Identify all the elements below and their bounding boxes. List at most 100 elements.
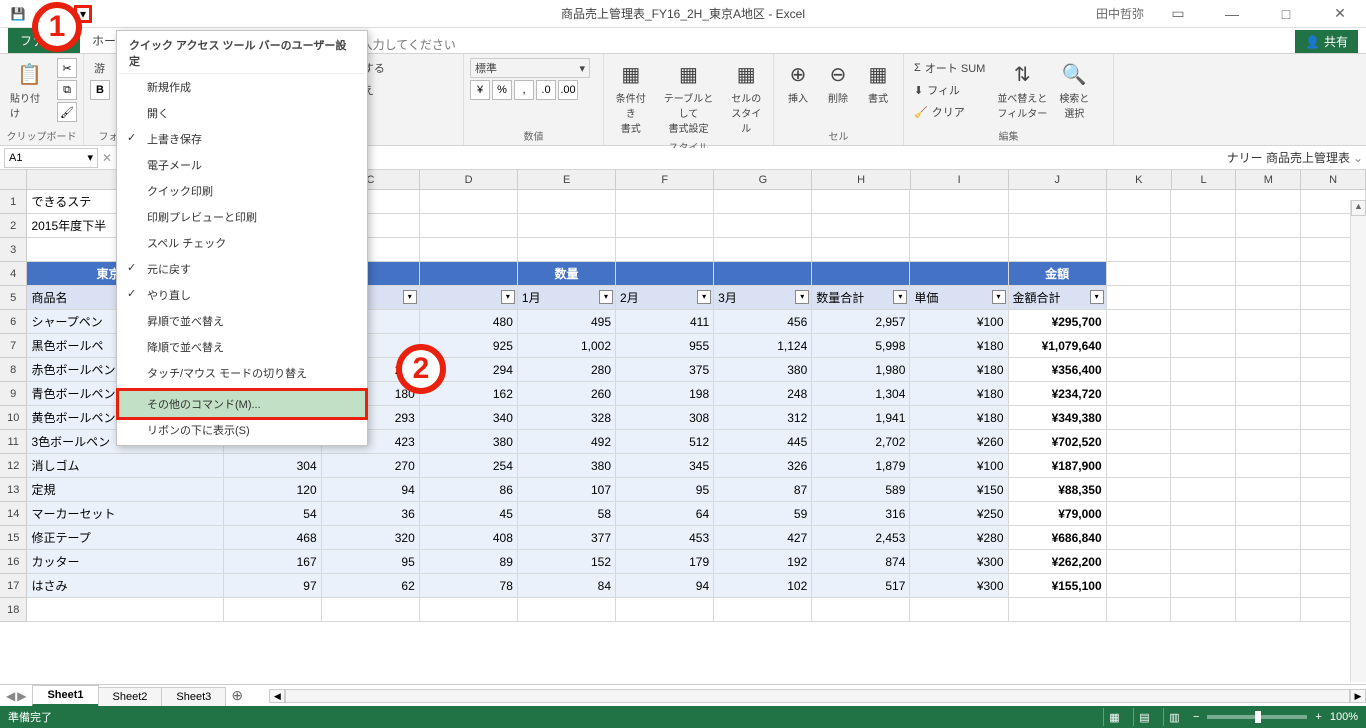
qat-menu-item[interactable]: 昇順で並べ替え xyxy=(119,308,365,334)
cell[interactable] xyxy=(224,598,322,622)
qat-menu-item[interactable]: 開く xyxy=(119,100,365,126)
qat-menu-item[interactable]: 電子メール xyxy=(119,152,365,178)
sheet-tab[interactable]: Sheet3 xyxy=(161,687,226,706)
cell[interactable]: 95 xyxy=(616,478,714,502)
cell[interactable]: 308 xyxy=(616,406,714,430)
cell[interactable] xyxy=(812,262,910,286)
qat-menu-item[interactable]: クイック印刷 xyxy=(119,178,365,204)
cell[interactable] xyxy=(910,598,1008,622)
cell[interactable]: 427 xyxy=(714,526,812,550)
cell[interactable] xyxy=(420,262,518,286)
close-icon[interactable]: ✕ xyxy=(1320,0,1360,28)
cell[interactable]: 517 xyxy=(812,574,910,598)
currency-icon[interactable]: ¥ xyxy=(470,80,490,100)
cell[interactable] xyxy=(616,190,714,214)
page-layout-view-icon[interactable]: ▤ xyxy=(1133,708,1155,726)
cell[interactable]: 456 xyxy=(714,310,812,334)
cell[interactable] xyxy=(1107,238,1172,262)
cell[interactable]: 445 xyxy=(714,430,812,454)
cell[interactable]: 97 xyxy=(224,574,322,598)
cell[interactable] xyxy=(1171,598,1236,622)
zoom-out-icon[interactable]: − xyxy=(1193,711,1199,723)
cell[interactable]: 単価▾ xyxy=(910,286,1008,310)
zoom-in-icon[interactable]: + xyxy=(1315,711,1321,723)
cell[interactable]: 1,980 xyxy=(812,358,910,382)
decrease-decimal-icon[interactable]: .00 xyxy=(558,80,578,100)
conditional-format-button[interactable]: ▦条件付き 書式 xyxy=(610,58,652,137)
select-all-corner[interactable] xyxy=(0,170,27,189)
cell[interactable]: 62 xyxy=(322,574,420,598)
cell[interactable]: ¥280 xyxy=(910,526,1008,550)
scroll-track[interactable] xyxy=(285,689,1350,703)
cell[interactable] xyxy=(1107,214,1172,238)
cell[interactable]: 375 xyxy=(616,358,714,382)
cell[interactable] xyxy=(812,190,910,214)
column-header[interactable]: J xyxy=(1009,170,1107,189)
cell[interactable] xyxy=(1236,262,1301,286)
cell[interactable]: 消しゴム xyxy=(27,454,223,478)
cell[interactable] xyxy=(1236,550,1301,574)
cell[interactable]: ¥300 xyxy=(910,574,1008,598)
column-header[interactable]: M xyxy=(1236,170,1301,189)
cell[interactable]: ▾ xyxy=(420,286,518,310)
cell[interactable]: 320 xyxy=(322,526,420,550)
cell[interactable]: 328 xyxy=(518,406,616,430)
cell[interactable]: ¥300 xyxy=(910,550,1008,574)
row-header[interactable]: 3 xyxy=(0,238,27,262)
clear-button[interactable]: 🧹クリア xyxy=(910,102,989,122)
qat-menu-item[interactable]: ✓やり直し xyxy=(119,282,365,308)
number-format-select[interactable]: 標準▾ xyxy=(470,58,590,78)
qat-menu-item[interactable]: 新規作成 xyxy=(119,74,365,100)
cell[interactable]: 金額合計▾ xyxy=(1009,286,1107,310)
cell[interactable]: ¥150 xyxy=(910,478,1008,502)
zoom-level[interactable]: 100% xyxy=(1330,711,1358,723)
cell[interactable] xyxy=(1107,574,1172,598)
cell[interactable]: 270 xyxy=(322,454,420,478)
cell[interactable]: 金額 xyxy=(1009,262,1107,286)
cell[interactable] xyxy=(1107,598,1172,622)
row-header[interactable]: 7 xyxy=(0,334,27,358)
ribbon-display-icon[interactable]: ▭ xyxy=(1158,0,1198,28)
minimize-icon[interactable]: — xyxy=(1212,0,1252,28)
cell[interactable] xyxy=(714,214,812,238)
filter-icon[interactable]: ▾ xyxy=(795,290,809,304)
scroll-right-icon[interactable]: ▶ xyxy=(1350,689,1366,703)
cell[interactable] xyxy=(1107,310,1172,334)
cell[interactable] xyxy=(1171,574,1236,598)
row-header[interactable]: 4 xyxy=(0,262,27,286)
qat-menu-item[interactable]: ✓元に戻す xyxy=(119,256,365,282)
cell[interactable] xyxy=(1107,262,1172,286)
filter-icon[interactable]: ▾ xyxy=(1090,290,1104,304)
add-sheet-button[interactable]: ⊕ xyxy=(225,687,249,704)
percent-icon[interactable]: % xyxy=(492,80,512,100)
cell[interactable]: 修正テープ xyxy=(27,526,223,550)
cell[interactable] xyxy=(1236,334,1301,358)
cell[interactable] xyxy=(1236,406,1301,430)
share-button[interactable]: 👤共有 xyxy=(1295,30,1358,53)
cell[interactable]: 377 xyxy=(518,526,616,550)
cell[interactable]: 380 xyxy=(420,430,518,454)
cell[interactable]: 数量合計▾ xyxy=(812,286,910,310)
cell[interactable]: 152 xyxy=(518,550,616,574)
cell[interactable] xyxy=(910,190,1008,214)
cell[interactable] xyxy=(1171,262,1236,286)
cell[interactable] xyxy=(420,238,518,262)
column-header[interactable]: L xyxy=(1172,170,1237,189)
copy-icon[interactable]: ⧉ xyxy=(57,80,77,100)
cell[interactable] xyxy=(1171,286,1236,310)
cell[interactable]: 874 xyxy=(812,550,910,574)
cell[interactable]: 411 xyxy=(616,310,714,334)
cell[interactable] xyxy=(1171,526,1236,550)
cell[interactable] xyxy=(1236,430,1301,454)
cell[interactable]: 95 xyxy=(322,550,420,574)
cell[interactable]: 5,998 xyxy=(812,334,910,358)
cell[interactable]: ¥295,700 xyxy=(1009,310,1107,334)
save-icon[interactable]: 💾 xyxy=(8,4,28,24)
sort-filter-button[interactable]: ⇅並べ替えと フィルター xyxy=(993,58,1051,122)
cell[interactable] xyxy=(1171,502,1236,526)
cell[interactable] xyxy=(714,238,812,262)
cell[interactable]: 89 xyxy=(420,550,518,574)
cell[interactable] xyxy=(1236,238,1301,262)
cell[interactable]: 179 xyxy=(616,550,714,574)
cell[interactable]: ¥187,900 xyxy=(1009,454,1107,478)
